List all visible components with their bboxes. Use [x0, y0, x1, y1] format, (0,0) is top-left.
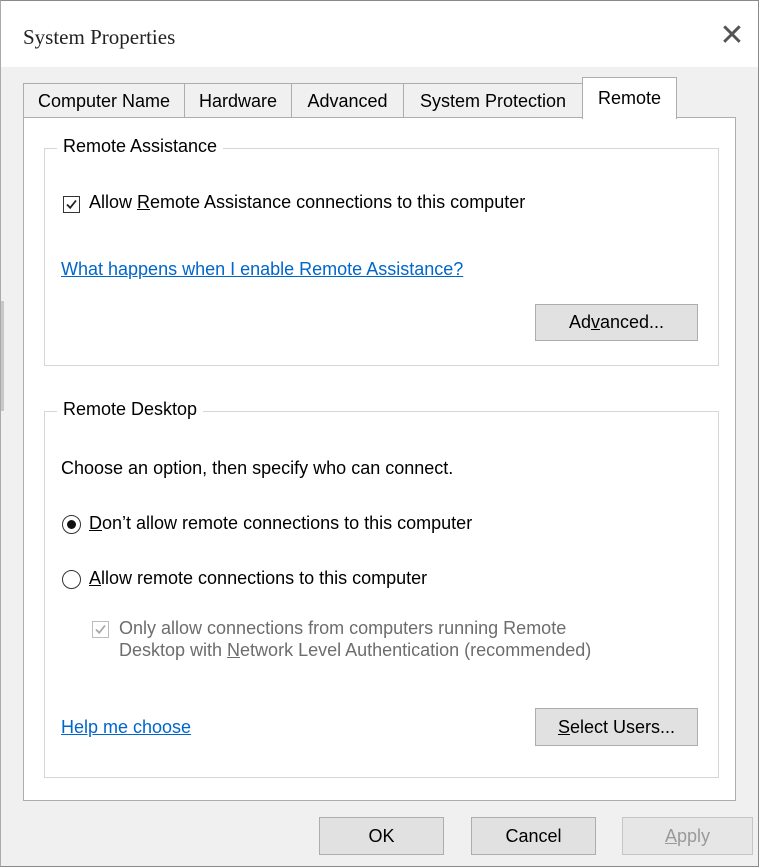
checkmark-icon [66, 199, 77, 210]
button-text: pply [676, 825, 711, 846]
remote-desktop-instruction: Choose an option, then specify who can c… [61, 458, 454, 478]
radio-dot-icon [66, 519, 76, 529]
dont-allow-remote-label[interactable]: Don’t allow remote connections to this c… [89, 513, 472, 534]
remote-desktop-group: Remote Desktop Choose an option, then sp… [44, 399, 719, 778]
title-bar: System Properties ✕ [1, 1, 758, 67]
label-text: on’t allow remote connections to this co… [102, 513, 473, 533]
dont-allow-remote-radio[interactable] [62, 515, 81, 534]
label-text: emote Assistance connections to this com… [150, 192, 526, 212]
button-text: elect Users... [569, 716, 676, 737]
tab-remote[interactable]: Remote [582, 77, 677, 119]
allow-remote-label[interactable]: Allow remote connections to this compute… [89, 568, 427, 589]
tab-label: System Protection [419, 91, 567, 111]
tab-label: Remote [597, 88, 662, 108]
mnemonic: v [590, 312, 600, 332]
remote-assistance-group-label: Remote Assistance [57, 136, 224, 157]
close-icon[interactable]: ✕ [712, 15, 752, 55]
button-text: Cancel [505, 825, 562, 846]
system-properties-dialog: System Properties ✕ Computer Name Hardwa… [0, 0, 759, 867]
mnemonic: N [227, 640, 241, 660]
help-me-choose-link[interactable]: Help me choose [61, 717, 191, 738]
remote-assistance-help-link[interactable]: What happens when I enable Remote Assist… [61, 259, 463, 280]
advanced-button[interactable]: Ad v anced... [535, 304, 698, 341]
cancel-button[interactable]: Cancel [471, 817, 596, 855]
button-text: anced... [599, 312, 665, 332]
button-text: OK [368, 825, 395, 846]
mnemonic: R [137, 192, 151, 212]
tab-computer-name[interactable]: Computer Name [23, 83, 184, 119]
select-users-button[interactable]: Select Users... [535, 708, 698, 746]
background-edge [1, 301, 4, 411]
mnemonic: D [89, 513, 102, 533]
tab-strip: Computer Name Hardware Advanced System P… [23, 77, 677, 119]
remote-desktop-group-label: Remote Desktop [57, 399, 204, 420]
label-text: Only allow connections from computers ru… [119, 618, 567, 638]
apply-button[interactable]: Apply [622, 817, 753, 855]
allow-remote-assistance-checkbox[interactable] [63, 196, 80, 213]
label-text: etwork Level Authentication (recommended… [240, 640, 592, 660]
label-text: llow remote connections to this computer [101, 568, 428, 588]
tab-advanced[interactable]: Advanced [291, 83, 403, 119]
remote-assistance-group: Remote Assistance Allow Remote Assistanc… [44, 136, 719, 366]
mnemonic: A [89, 568, 102, 588]
tab-label: Advanced [307, 91, 388, 111]
ok-button[interactable]: OK [319, 817, 444, 855]
close-glyph: ✕ [719, 17, 745, 53]
nla-only-checkbox[interactable] [92, 621, 109, 638]
allow-remote-assistance-label[interactable]: Allow Remote Assistance connections to t… [89, 192, 525, 213]
window-title: System Properties [23, 25, 176, 49]
label-text: Allow [89, 192, 138, 212]
tab-label: Hardware [198, 91, 278, 111]
tab-label: Computer Name [37, 91, 171, 111]
remote-tab-panel: Remote Assistance Allow Remote Assistanc… [23, 117, 736, 801]
button-text: Ad [568, 312, 591, 332]
label-text: Desktop with [119, 640, 228, 660]
tab-system-protection[interactable]: System Protection [403, 83, 582, 119]
mnemonic: S [557, 716, 570, 737]
nla-only-label[interactable]: Only allow connections from computers ru… [119, 617, 591, 661]
tab-hardware[interactable]: Hardware [184, 83, 291, 119]
allow-remote-radio[interactable] [62, 570, 81, 589]
mnemonic: A [664, 825, 677, 846]
checkmark-icon [95, 624, 106, 635]
